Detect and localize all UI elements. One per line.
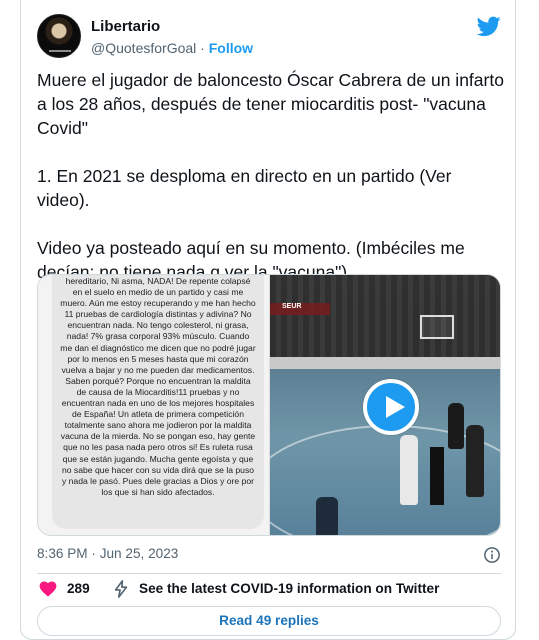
separator-dot: · [196,40,209,56]
tweet-header: Libertario @QuotesforGoal · Follow [37,14,501,62]
player-figure [466,425,484,497]
author-handle-row: @QuotesforGoal · Follow [91,40,253,56]
lightning-icon [114,580,128,598]
message-bubble: hereditario, Ni asma, NADA! De repente c… [52,275,264,529]
info-icon[interactable] [483,546,501,564]
heart-icon[interactable] [39,581,57,597]
author-name[interactable]: Libertario [91,18,160,35]
play-icon[interactable] [363,379,419,435]
player-figure [316,497,338,535]
referee-figure [430,447,444,505]
timestamp[interactable]: 8:36 PM · Jun 25, 2023 [37,546,178,561]
player-figure [448,403,464,449]
video-stands [270,275,500,367]
message-screenshot: hereditario, Ni asma, NADA! De repente c… [38,275,270,535]
video-banner [270,357,500,369]
divider [37,573,501,574]
tweet-media[interactable]: hereditario, Ni asma, NADA! De repente c… [37,274,501,536]
twitter-bird-icon[interactable] [477,14,501,38]
player-figure [400,435,418,505]
video-player[interactable]: SEUR [270,275,500,535]
avatar[interactable] [37,14,81,58]
covid-info-link[interactable]: See the latest COVID-19 information on T… [139,581,439,596]
video-banner-text: SEUR [282,303,302,310]
basketball-hoop [420,315,454,339]
like-count[interactable]: 289 [67,581,90,596]
follow-button[interactable]: Follow [209,40,253,56]
tweet-meta: 8:36 PM · Jun 25, 2023 [37,546,501,566]
read-replies-button[interactable]: Read 49 replies [37,606,501,636]
tweet-text: Muere el jugador de baloncesto Óscar Cab… [37,70,504,282]
author-handle[interactable]: @QuotesforGoal [91,40,196,56]
action-row: 289 See the latest COVID-19 information … [37,580,501,600]
tweet-embed-card: Libertario @QuotesforGoal · Follow Muere… [20,0,516,640]
